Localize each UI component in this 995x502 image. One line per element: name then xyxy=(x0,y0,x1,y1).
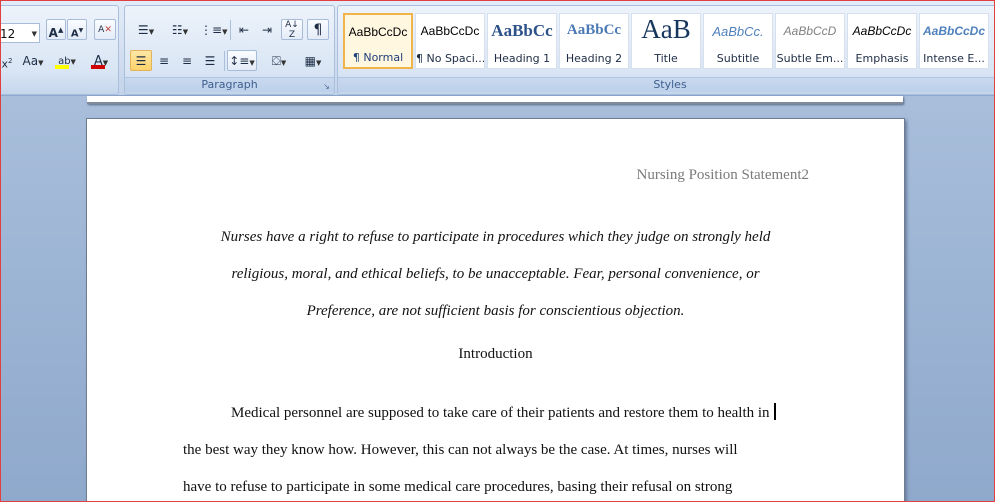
body-paragraph[interactable]: Medical personnel are supposed to take c… xyxy=(183,395,815,501)
body-line: the best way they know how. However, thi… xyxy=(183,442,738,458)
styles-group-label: Styles xyxy=(338,77,994,92)
superscript-button[interactable]: x2 xyxy=(1,50,16,71)
page-header[interactable]: Nursing Position Statement2 xyxy=(637,167,810,184)
bullets-button[interactable]: ☰▼ xyxy=(131,19,161,40)
highlight-color-bar xyxy=(55,65,69,69)
pilcrow-icon: ¶ xyxy=(313,22,323,38)
style-name: Heading 2 xyxy=(565,52,623,65)
ribbon: 12 ▼ A▲ A▼ A✕ x2 Aa▼ ab▼ A▼ ☰▼ ☷▼ ⋮≡▼ ⇤ xyxy=(1,1,994,96)
bullets-icon: ☰ xyxy=(137,23,149,37)
style-heading-1[interactable]: AaBbCc Heading 1 xyxy=(487,13,557,69)
style-name: Subtitle xyxy=(716,52,760,65)
style-name: ¶ Normal xyxy=(352,51,404,64)
line-spacing-icon: ↕≡ xyxy=(229,54,250,68)
font-group: 12 ▼ A▲ A▼ A✕ x2 Aa▼ ab▼ A▼ xyxy=(0,5,119,95)
justify-button[interactable]: ☰ xyxy=(199,50,221,71)
body-line-1: Medical personnel are supposed to take c… xyxy=(183,395,815,432)
styles-gallery: AaBbCcDc ¶ Normal AaBbCcDc ¶ No Spaci...… xyxy=(343,13,991,73)
style-preview: AaBbCcDc xyxy=(420,24,480,38)
style-name: Subtle Em... xyxy=(776,52,844,65)
style-preview: AaBbCcDc xyxy=(348,25,408,39)
decrease-indent-icon: ⇤ xyxy=(238,23,250,37)
style-preview: AaBbCc. xyxy=(712,24,764,39)
style-preview: AaBbCc xyxy=(566,22,622,38)
font-size-field[interactable]: 12 ▼ xyxy=(0,23,40,44)
body-line: have to refuse to participate in some me… xyxy=(183,479,733,495)
style-preview: AaBbCcDc xyxy=(852,24,912,38)
style-preview: AaBbCcDc xyxy=(922,24,985,38)
show-formatting-button[interactable]: ¶ xyxy=(307,19,329,40)
borders-icon: ▦ xyxy=(304,54,316,68)
divider xyxy=(230,20,231,40)
section-heading[interactable]: Introduction xyxy=(87,346,904,363)
abstract-line: religious, moral, and ethical beliefs, t… xyxy=(231,266,760,282)
align-right-icon: ≡ xyxy=(181,54,193,68)
clear-formatting-button[interactable]: A✕ xyxy=(94,19,116,40)
shading-button[interactable]: ⛋▼ xyxy=(263,50,295,71)
style-name: Title xyxy=(654,52,678,65)
paragraph-group-label: Paragraph xyxy=(125,77,334,92)
style-no-spacing[interactable]: AaBbCcDc ¶ No Spaci... xyxy=(415,13,485,69)
style-preview: AaBbCcD xyxy=(783,24,837,38)
chevron-down-icon[interactable]: ▼ xyxy=(32,24,37,44)
paint-bucket-icon: ⛋ xyxy=(271,54,281,68)
style-intense-emphasis[interactable]: AaBbCcDc Intense E... xyxy=(919,13,989,69)
sort-button[interactable]: A↓ Z xyxy=(281,19,303,40)
style-preview: AaB xyxy=(641,14,691,40)
shrink-font-button[interactable]: A▼ xyxy=(67,19,87,40)
grow-font-button[interactable]: A▲ xyxy=(46,19,66,40)
style-heading-2[interactable]: AaBbCc Heading 2 xyxy=(559,13,629,69)
font-size-value: 12 xyxy=(0,27,16,41)
previous-page-edge xyxy=(87,96,903,104)
numbering-icon: ☷ xyxy=(171,23,183,37)
borders-button[interactable]: ▦▼ xyxy=(297,50,329,71)
style-name: Emphasis xyxy=(855,52,909,65)
style-name: Heading 1 xyxy=(493,52,551,65)
abstract-line: Nurses have a right to refuse to partici… xyxy=(220,229,771,245)
document-area[interactable]: Nursing Position Statement2 Nurses have … xyxy=(1,96,994,501)
justify-icon: ☰ xyxy=(204,54,216,68)
sort-icon: A↓ Z xyxy=(285,20,299,40)
style-subtitle[interactable]: AaBbCc. Subtitle xyxy=(703,13,773,69)
word-window: 12 ▼ A▲ A▼ A✕ x2 Aa▼ ab▼ A▼ ☰▼ ☷▼ ⋮≡▼ ⇤ xyxy=(0,0,995,502)
align-left-icon: ☰ xyxy=(135,54,147,68)
style-subtle-emphasis[interactable]: AaBbCcD Subtle Em... xyxy=(775,13,845,69)
change-case-button[interactable]: Aa▼ xyxy=(18,50,48,71)
style-title[interactable]: AaB Title xyxy=(631,13,701,69)
body-line: Medical personnel are supposed to take c… xyxy=(231,405,770,421)
font-color-bar xyxy=(91,65,105,69)
align-right-button[interactable]: ≡ xyxy=(176,50,198,71)
dialog-launcher-icon[interactable]: ↘ xyxy=(322,82,331,91)
align-center-icon: ≡ xyxy=(158,54,170,68)
style-name: Intense E... xyxy=(923,52,985,65)
align-center-button[interactable]: ≡ xyxy=(153,50,175,71)
style-emphasis[interactable]: AaBbCcDc Emphasis xyxy=(847,13,917,69)
abstract[interactable]: Nurses have a right to refuse to partici… xyxy=(187,219,804,330)
style-normal[interactable]: AaBbCcDc ¶ Normal xyxy=(343,13,413,69)
increase-indent-button[interactable]: ⇥ xyxy=(256,19,278,40)
increase-indent-icon: ⇥ xyxy=(261,23,273,37)
text-cursor xyxy=(773,403,776,420)
style-name: ¶ No Spaci... xyxy=(416,52,484,65)
multilevel-list-icon: ⋮≡ xyxy=(200,23,223,37)
font-color-button[interactable]: A▼ xyxy=(86,50,116,71)
divider xyxy=(224,51,225,71)
style-preview: AaBbCc xyxy=(491,21,553,40)
decrease-indent-button[interactable]: ⇤ xyxy=(233,19,255,40)
align-left-button[interactable]: ☰ xyxy=(130,50,152,71)
abstract-line: Preference, are not sufficient basis for… xyxy=(306,303,685,319)
multilevel-list-button[interactable]: ⋮≡▼ xyxy=(199,19,227,40)
document-page[interactable]: Nursing Position Statement2 Nurses have … xyxy=(86,118,905,501)
highlight-color-button[interactable]: ab▼ xyxy=(50,50,84,71)
numbering-button[interactable]: ☷▼ xyxy=(165,19,195,40)
line-spacing-button[interactable]: ↕≡▼ xyxy=(227,50,257,71)
paragraph-group: ☰▼ ☷▼ ⋮≡▼ ⇤ ⇥ A↓ Z ¶ ☰ ≡ ≡ ☰ ↕≡▼ ⛋▼ ▦▼ Pa… xyxy=(124,5,335,95)
